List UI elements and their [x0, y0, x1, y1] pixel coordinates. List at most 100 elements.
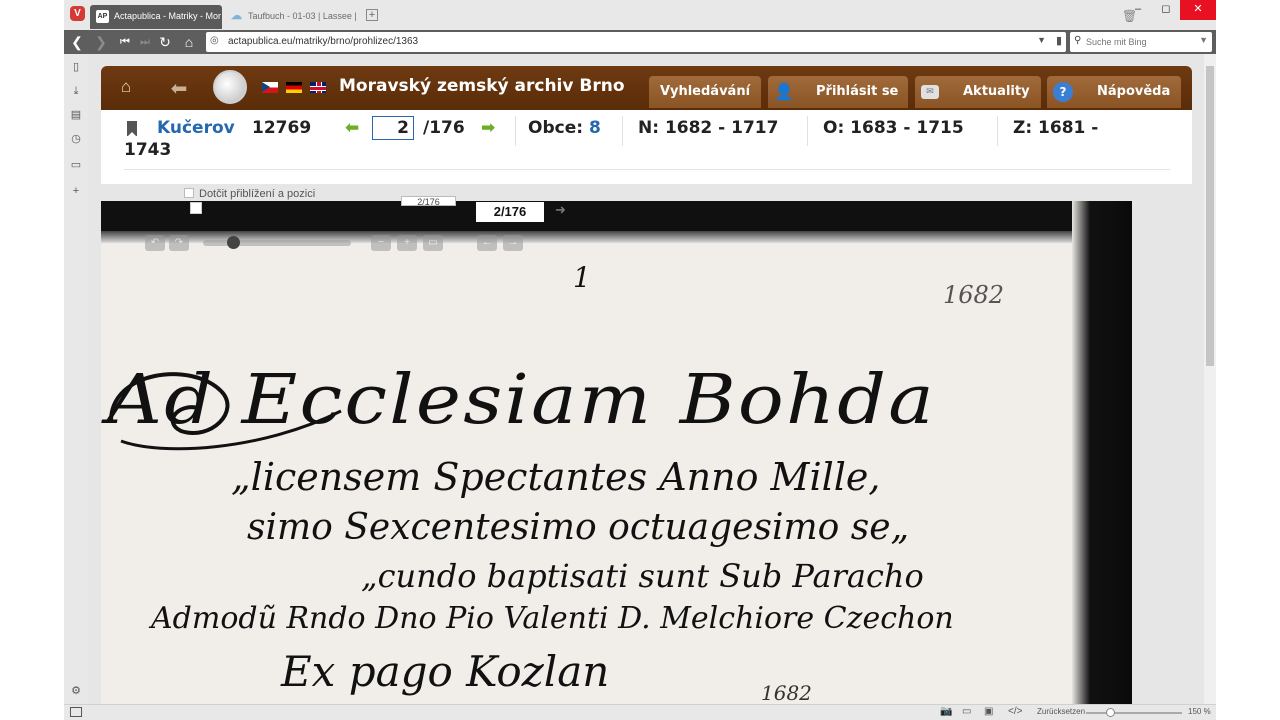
obce-value[interactable]: 8 — [589, 118, 601, 138]
search-nav-button[interactable]: Vyhledávání — [649, 76, 761, 108]
fit-page-icon[interactable]: ▭ — [423, 235, 443, 251]
browser-window: V AP Actapublica - Matriky - Mor ☁ Taufb… — [64, 0, 1216, 720]
page-zoom-slider[interactable] — [1086, 712, 1182, 714]
forward-icon[interactable]: ❯ — [92, 33, 110, 51]
web-panel-icon[interactable]: ▭ — [69, 158, 83, 172]
camera-icon[interactable]: 📷 — [940, 706, 952, 717]
rewind-icon[interactable]: ⏮ — [116, 33, 134, 51]
keep-zoom-label: Dotčit přiblížení a pozici — [199, 188, 316, 200]
add-panel-icon[interactable]: + — [69, 184, 83, 198]
downloads-panel-icon[interactable]: ⤓ — [69, 84, 83, 98]
login-label: Přihlásit se — [816, 84, 899, 99]
scrollbar-thumb[interactable] — [1206, 66, 1214, 366]
new-tab-button[interactable]: + — [366, 9, 378, 21]
cloud-favicon-icon: ☁ — [231, 10, 242, 22]
login-nav-button[interactable]: 👤 Přihlásit se — [768, 76, 908, 108]
next-page-arrow-icon[interactable]: ➡ — [481, 118, 495, 138]
zoom-slider[interactable] — [203, 240, 351, 246]
url-dropdown-icon[interactable]: ▼ — [1037, 35, 1046, 45]
rotate-left-icon[interactable]: ↶ — [145, 235, 165, 251]
folio-number: 1 — [573, 261, 591, 294]
flag-czech-icon[interactable] — [262, 82, 278, 93]
side-panel: ▯ ⤓ ▤ ◷ ▭ + ⚙ — [64, 54, 88, 704]
zoom-slider-knob[interactable] — [227, 236, 240, 249]
flag-german-icon[interactable] — [286, 82, 302, 93]
previous-page-arrow-icon[interactable]: ⬅ — [345, 118, 359, 138]
separator — [515, 116, 516, 146]
status-bar: 📷 ▭ ▣ </> Zurücksetzen 150 % — [64, 704, 1216, 720]
manuscript-line: simo Sexcentesimo octuagesimo se„ — [247, 507, 910, 548]
vivaldi-logo-icon[interactable]: V — [70, 6, 85, 21]
bookmarks-panel-icon[interactable]: ▯ — [69, 60, 83, 74]
archive-title: Moravský zemský archiv Brno — [339, 76, 625, 96]
rotate-right-icon[interactable]: ↷ — [169, 235, 189, 251]
bookmark-icon[interactable]: ▮ — [1056, 34, 1062, 47]
notes-panel-icon[interactable]: ▤ — [69, 108, 83, 122]
manuscript-line: Admodũ Rndo Dno Pio Valenti D. Melchior… — [151, 601, 954, 636]
url-text[interactable]: actapublica.eu/matriky/brno/prohlizec/13… — [228, 36, 418, 47]
toggle-panel-icon[interactable] — [70, 707, 82, 717]
bookmark-record-icon[interactable] — [127, 121, 137, 137]
fast-forward-icon[interactable]: ⏭ — [136, 33, 154, 51]
close-button[interactable]: ✕ — [1180, 0, 1216, 20]
browser-toolbar: ❮ ❯ ⏮ ⏭ ↻ ⌂ ◎ actapublica.eu/matriky/brn… — [64, 30, 1216, 54]
tab-taufbuch[interactable]: ☁ Taufbuch - 01-03 | Lassee | V — [224, 5, 356, 29]
manuscript-scan[interactable]: 2/176 ➜ ↶ ↷ − + ▭ ← → 1 1682 Ad Ecclesia… — [101, 201, 1132, 704]
code-icon[interactable]: </> — [1008, 706, 1022, 717]
news-icon: ✉ — [921, 85, 939, 99]
births-range: N: 1682 - 1717 — [638, 118, 779, 138]
separator — [622, 116, 623, 146]
history-panel-icon[interactable]: ◷ — [69, 132, 83, 146]
zoom-in-icon[interactable]: + — [397, 235, 417, 251]
zoom-out-icon[interactable]: − — [371, 235, 391, 251]
maximize-button[interactable]: ◻ — [1152, 0, 1180, 20]
obce-count[interactable]: Obce: 8 — [528, 118, 601, 138]
search-input[interactable] — [1086, 35, 1196, 49]
manuscript-line: „cundo baptisati sunt Sub Paracho — [361, 557, 924, 595]
window-controls: – ◻ ✕ — [1124, 0, 1216, 30]
record-place-link[interactable]: Kučerov — [157, 118, 235, 138]
archive-back-icon[interactable]: ⬅ — [167, 76, 191, 100]
search-bar[interactable]: ⚲ ▼ — [1070, 32, 1212, 52]
archive-home-icon[interactable]: ⌂ — [115, 77, 137, 99]
search-icon: ⚲ — [1074, 35, 1082, 46]
reload-icon[interactable]: ↻ — [156, 33, 174, 51]
flag-english-icon[interactable] — [310, 82, 326, 93]
tile-icon[interactable]: ▭ — [962, 706, 971, 717]
zoom-reset-button[interactable]: Zurücksetzen — [1037, 707, 1085, 716]
magnifier-icon[interactable] — [213, 70, 247, 104]
manuscript-heading: Ad Ecclesiam Bohda — [107, 361, 936, 440]
vertical-scrollbar[interactable] — [1204, 54, 1216, 704]
marriages-range: O: 1683 - 1715 — [823, 118, 964, 138]
zoom-level: 150 % — [1188, 707, 1211, 716]
help-nav-button[interactable]: ? Nápověda — [1047, 76, 1181, 108]
search-engine-dropdown-icon[interactable]: ▼ — [1199, 35, 1208, 45]
scan-prev-icon[interactable]: ← — [477, 235, 497, 251]
help-icon: ? — [1053, 82, 1073, 102]
site-info-icon[interactable]: ◎ — [210, 35, 219, 46]
pager-next-arrow-icon[interactable]: ➜ — [555, 202, 566, 218]
year-note: 1682 — [943, 281, 1005, 309]
tab-label: Taufbuch - 01-03 | Lassee | V — [248, 11, 356, 21]
home-icon[interactable]: ⌂ — [180, 33, 198, 51]
keep-zoom-checkbox[interactable] — [184, 188, 194, 198]
separator — [997, 116, 998, 146]
actapublica-favicon-icon: AP — [96, 10, 109, 23]
divider-line — [124, 169, 1170, 170]
tab-actapublica[interactable]: AP Actapublica - Matriky - Mor — [90, 5, 222, 29]
archive-header: ⌂ ⬅ Moravský zemský archiv Brno Vyhledáv… — [101, 66, 1192, 110]
page-number-input[interactable] — [372, 116, 414, 140]
back-icon[interactable]: ❮ — [68, 33, 86, 51]
address-bar[interactable]: ◎ actapublica.eu/matriky/brno/prohlizec/… — [206, 32, 1066, 52]
news-nav-button[interactable]: ✉ Aktuality — [915, 76, 1041, 108]
minimize-button[interactable]: – — [1124, 0, 1152, 20]
scan-next-icon[interactable]: → — [503, 235, 523, 251]
image-icon[interactable]: ▣ — [984, 706, 993, 717]
settings-gear-icon[interactable]: ⚙ — [69, 684, 83, 698]
obce-label: Obce: — [528, 118, 584, 138]
overlay-checkbox[interactable] — [190, 202, 202, 214]
manuscript-line: „licensem Spectantes Anno Mille, — [231, 455, 881, 499]
help-label: Nápověda — [1097, 84, 1171, 99]
page-zoom-knob[interactable] — [1106, 708, 1115, 717]
tab-label: Actapublica - Matriky - Mor — [114, 11, 222, 21]
